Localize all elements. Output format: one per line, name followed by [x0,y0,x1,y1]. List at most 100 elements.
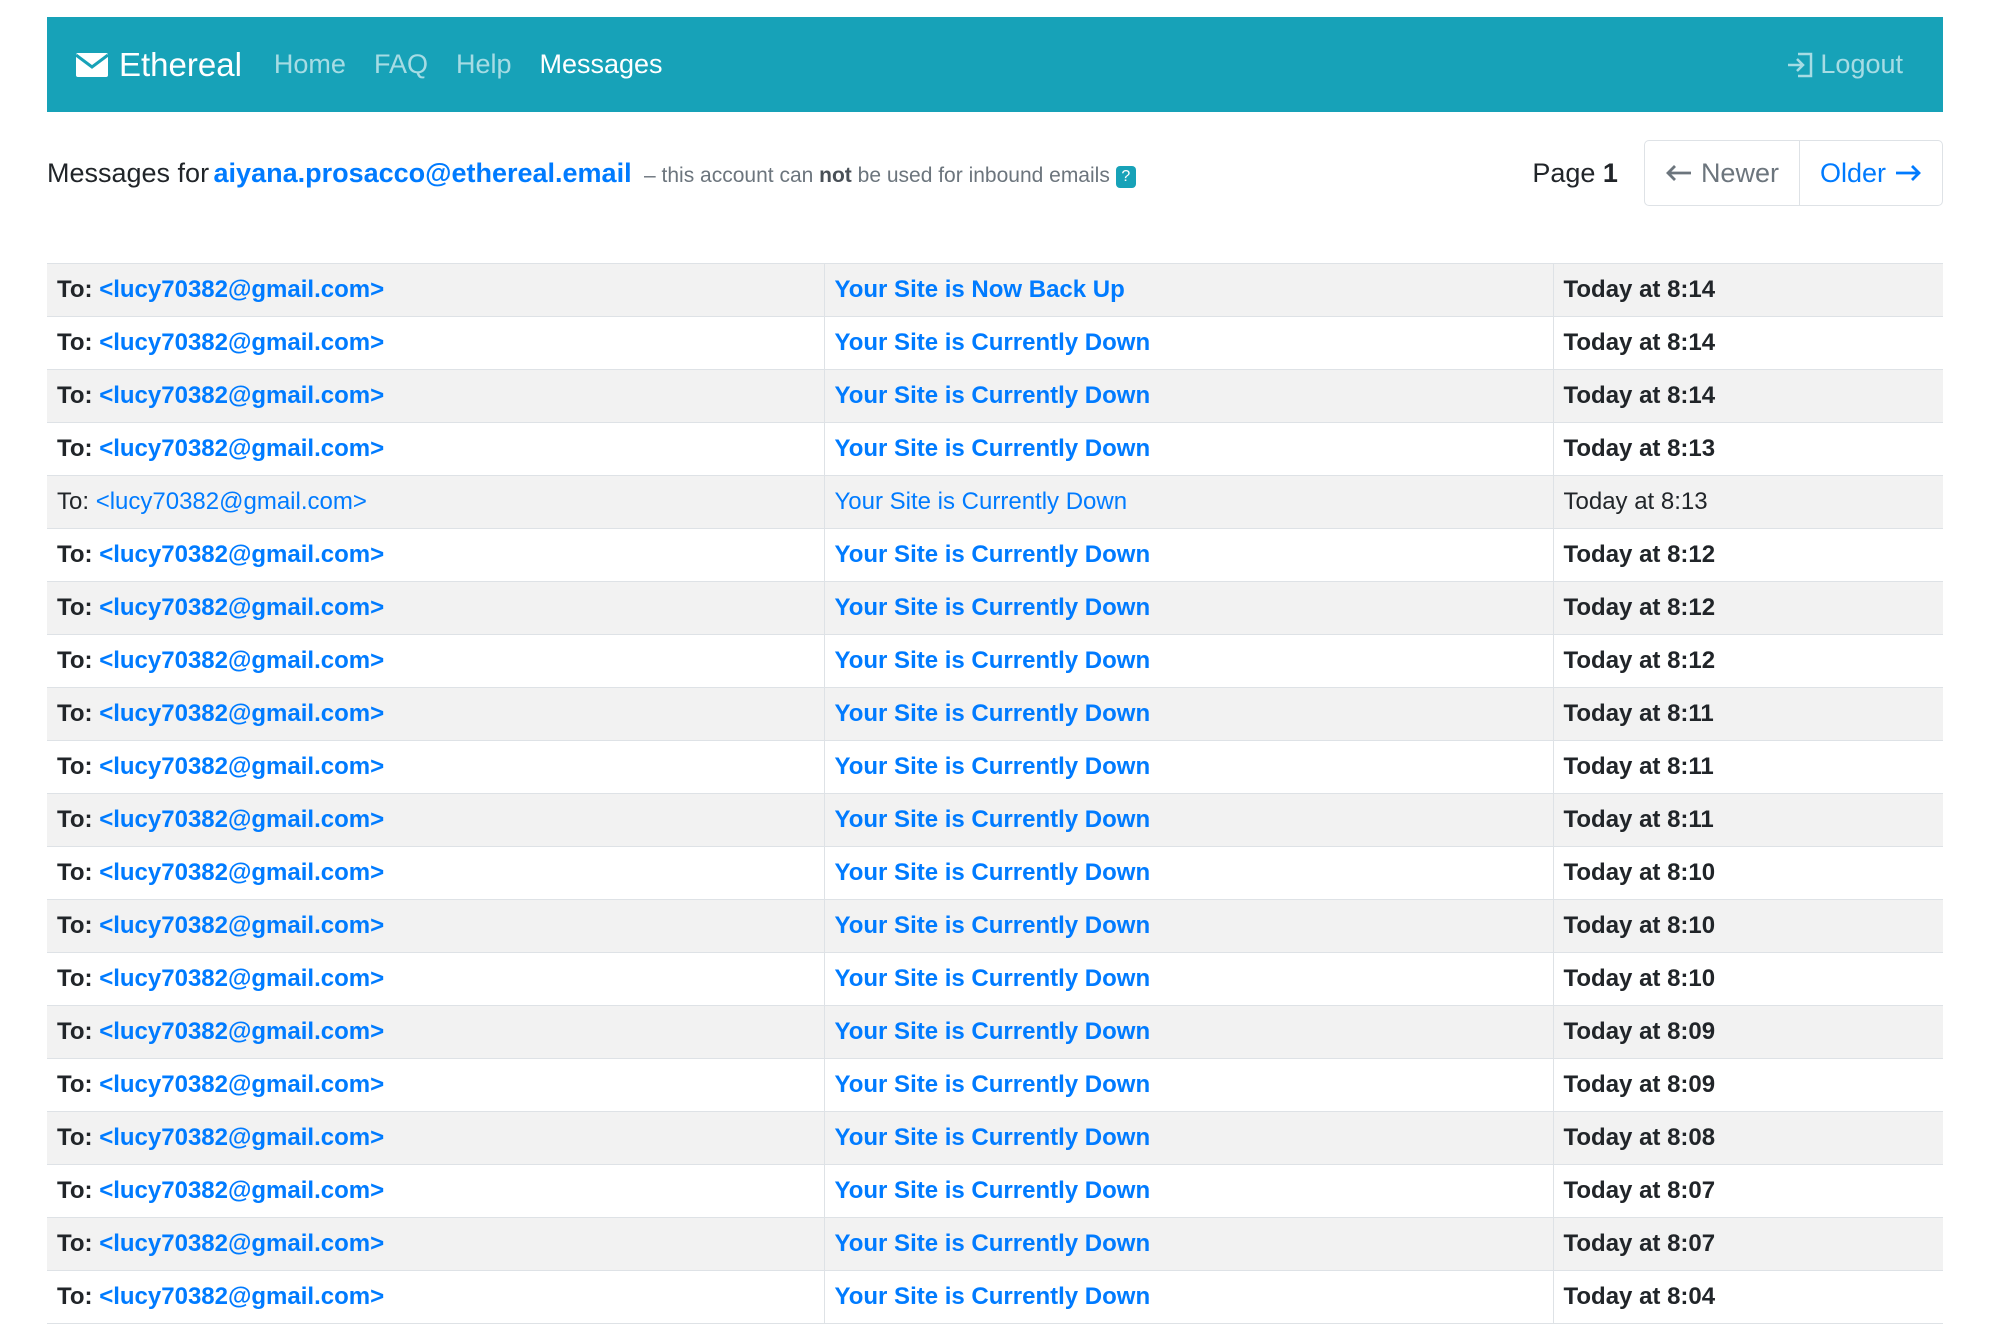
message-date: Today at 8:07 [1563,1230,1716,1257]
recipient-cell: To: <lucy70382@gmail.com> [47,634,825,688]
nav-faq[interactable]: FAQ [374,49,428,80]
to-label: To: [57,1177,93,1204]
subject-link[interactable]: Your Site is Currently Down [835,912,1151,939]
older-button[interactable]: Older [1800,141,1942,205]
recipient-link[interactable]: <lucy70382@gmail.com> [99,1230,384,1257]
date-cell: Today at 8:07 [1553,1164,1943,1218]
recipient-link[interactable]: <lucy70382@gmail.com> [99,647,384,674]
recipient-cell: To: <lucy70382@gmail.com> [47,1111,825,1165]
message-row[interactable]: To: <lucy70382@gmail.com> Your Site is Cu… [47,846,1943,900]
recipient-link[interactable]: <lucy70382@gmail.com> [96,488,367,515]
recipient-link[interactable]: <lucy70382@gmail.com> [99,594,384,621]
message-row[interactable]: To: <lucy70382@gmail.com> Your Site is Cu… [47,1217,1943,1271]
message-row[interactable]: To: <lucy70382@gmail.com> Your Site is Cu… [47,899,1943,953]
message-row[interactable]: To: <lucy70382@gmail.com> Your Site is Cu… [47,369,1943,423]
subject-link[interactable]: Your Site is Currently Down [835,1283,1151,1310]
subject-link[interactable]: Your Site is Currently Down [835,806,1151,833]
subject-link[interactable]: Your Site is Currently Down [835,488,1128,515]
subject-link[interactable]: Your Site is Currently Down [835,753,1151,780]
recipient-link[interactable]: <lucy70382@gmail.com> [99,806,384,833]
message-row[interactable]: To: <lucy70382@gmail.com> Your Site is Cu… [47,740,1943,794]
nav-links: Home FAQ Help Messages [274,49,691,80]
subject-link[interactable]: Your Site is Currently Down [835,647,1151,674]
question-icon[interactable]: ? [1115,166,1136,189]
subject-cell: Your Site is Now Back Up [824,263,1554,317]
date-cell: Today at 8:12 [1553,634,1943,688]
recipient-link[interactable]: <lucy70382@gmail.com> [99,912,384,939]
arrow-right-icon [1896,165,1921,181]
recipient-cell: To: <lucy70382@gmail.com> [47,581,825,635]
to-label: To: [57,435,93,462]
message-row[interactable]: To: <lucy70382@gmail.com> Your Site is No… [47,263,1943,317]
subject-link[interactable]: Your Site is Currently Down [835,859,1151,886]
recipient-link[interactable]: <lucy70382@gmail.com> [99,1071,384,1098]
subject-link[interactable]: Your Site is Currently Down [835,1230,1151,1257]
brand[interactable]: Ethereal [75,46,242,84]
message-row[interactable]: To: <lucy70382@gmail.com> Your Site is Cu… [47,1164,1943,1218]
date-cell: Today at 8:09 [1553,1005,1943,1059]
message-row[interactable]: To: <lucy70382@gmail.com> Your Site is Cu… [47,687,1943,741]
recipient-link[interactable]: <lucy70382@gmail.com> [99,700,384,727]
recipient-link[interactable]: <lucy70382@gmail.com> [99,541,384,568]
recipient-link[interactable]: <lucy70382@gmail.com> [99,753,384,780]
recipient-cell: To: <lucy70382@gmail.com> [47,263,825,317]
recipient-link[interactable]: <lucy70382@gmail.com> [99,965,384,992]
account-email-link[interactable]: aiyana.prosacco@ethereal.email [214,158,632,188]
recipient-link[interactable]: <lucy70382@gmail.com> [99,329,384,356]
subject-cell: Your Site is Currently Down [824,369,1554,423]
page-number: 1 [1602,157,1618,188]
subject-link[interactable]: Your Site is Currently Down [835,382,1151,409]
nav-help[interactable]: Help [456,49,512,80]
logout-icon [1788,52,1813,77]
subject-link[interactable]: Your Site is Currently Down [835,1124,1151,1151]
message-row[interactable]: To: <lucy70382@gmail.com> Your Site is Cu… [47,634,1943,688]
nav-messages[interactable]: Messages [540,49,663,80]
message-row[interactable]: To: <lucy70382@gmail.com> Your Site is Cu… [47,581,1943,635]
recipient-link[interactable]: <lucy70382@gmail.com> [99,1177,384,1204]
message-row[interactable]: To: <lucy70382@gmail.com> Your Site is Cu… [47,1058,1943,1112]
recipient-cell: To: <lucy70382@gmail.com> [47,740,825,794]
subject-link[interactable]: Your Site is Currently Down [835,1177,1151,1204]
recipient-link[interactable]: <lucy70382@gmail.com> [99,859,384,886]
message-row[interactable]: To: <lucy70382@gmail.com> Your Site is Cu… [47,475,1943,529]
subject-link[interactable]: Your Site is Currently Down [835,1018,1151,1045]
recipient-cell: To: <lucy70382@gmail.com> [47,316,825,370]
recipient-cell: To: <lucy70382@gmail.com> [47,899,825,953]
subject-link[interactable]: Your Site is Currently Down [835,329,1151,356]
to-label: To: [57,382,93,409]
recipient-link[interactable]: <lucy70382@gmail.com> [99,1124,384,1151]
to-label: To: [57,1124,93,1151]
message-date: Today at 8:14 [1563,382,1716,409]
nav-home[interactable]: Home [274,49,346,80]
subject-link[interactable]: Your Site is Currently Down [835,435,1151,462]
date-cell: Today at 8:04 [1553,1270,1943,1324]
subject-cell: Your Site is Currently Down [824,793,1554,847]
message-date: Today at 8:13 [1563,435,1716,462]
date-cell: Today at 8:10 [1553,846,1943,900]
subject-link[interactable]: Your Site is Now Back Up [835,276,1125,303]
message-row[interactable]: To: <lucy70382@gmail.com> Your Site is Cu… [47,793,1943,847]
message-row[interactable]: To: <lucy70382@gmail.com> Your Site is Cu… [47,952,1943,1006]
newer-button[interactable]: Newer [1645,141,1800,205]
subject-link[interactable]: Your Site is Currently Down [835,1071,1151,1098]
logout-button[interactable]: Logout [1786,49,1903,80]
subject-link[interactable]: Your Site is Currently Down [835,594,1151,621]
message-row[interactable]: To: <lucy70382@gmail.com> Your Site is Cu… [47,1111,1943,1165]
message-row[interactable]: To: <lucy70382@gmail.com> Your Site is Cu… [47,1005,1943,1059]
recipient-cell: To: <lucy70382@gmail.com> [47,1270,825,1324]
date-cell: Today at 8:07 [1553,1217,1943,1271]
recipient-link[interactable]: <lucy70382@gmail.com> [99,1283,384,1310]
subject-link[interactable]: Your Site is Currently Down [835,965,1151,992]
subject-link[interactable]: Your Site is Currently Down [835,700,1151,727]
page-indicator: Page 1 [1532,158,1618,189]
recipient-link[interactable]: <lucy70382@gmail.com> [99,276,384,303]
message-row[interactable]: To: <lucy70382@gmail.com> Your Site is Cu… [47,528,1943,582]
date-cell: Today at 8:12 [1553,528,1943,582]
recipient-link[interactable]: <lucy70382@gmail.com> [99,382,384,409]
subject-link[interactable]: Your Site is Currently Down [835,541,1151,568]
message-row[interactable]: To: <lucy70382@gmail.com> Your Site is Cu… [47,1270,1943,1324]
message-row[interactable]: To: <lucy70382@gmail.com> Your Site is Cu… [47,422,1943,476]
recipient-link[interactable]: <lucy70382@gmail.com> [99,435,384,462]
recipient-link[interactable]: <lucy70382@gmail.com> [99,1018,384,1045]
message-row[interactable]: To: <lucy70382@gmail.com> Your Site is Cu… [47,316,1943,370]
